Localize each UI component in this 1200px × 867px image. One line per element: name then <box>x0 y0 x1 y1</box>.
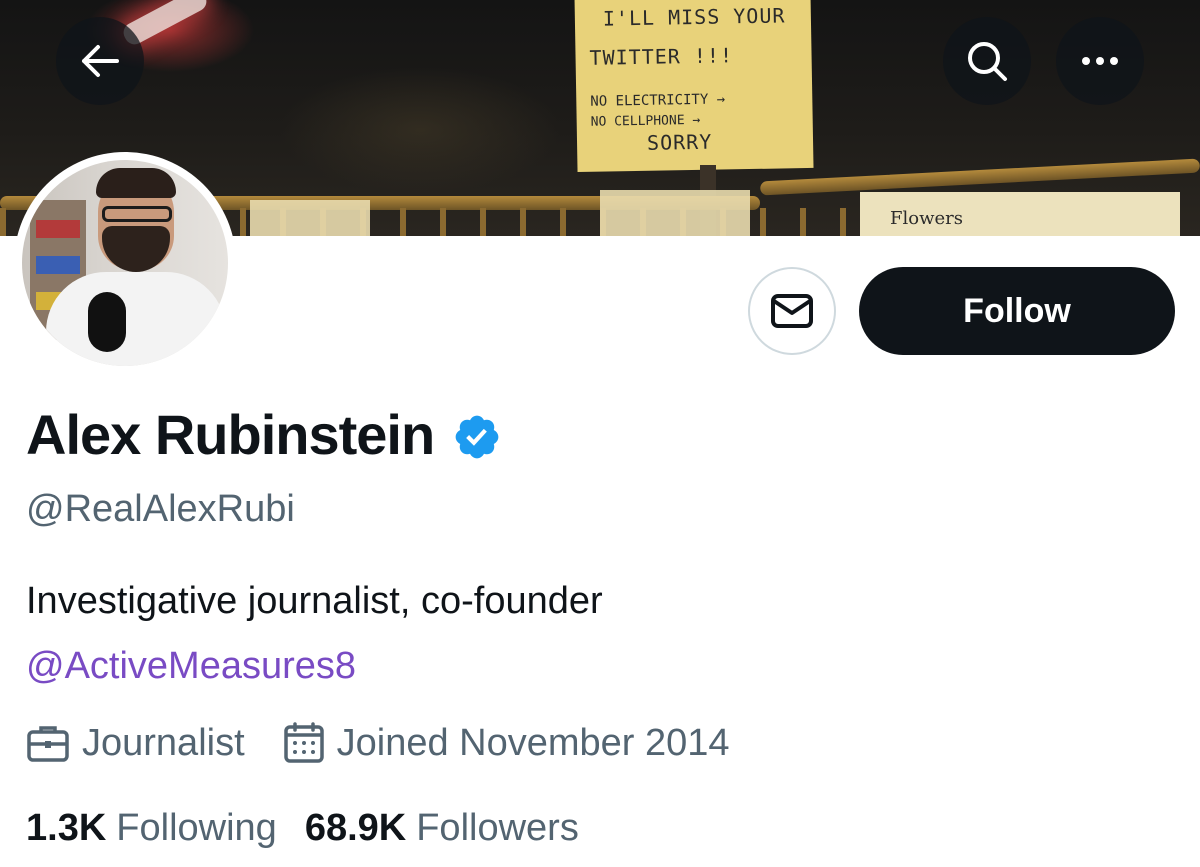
joined-item: Joined November 2014 <box>283 720 730 766</box>
user-handle: @RealAlexRubi <box>26 488 295 530</box>
follow-button[interactable]: Follow <box>859 267 1175 355</box>
message-button[interactable] <box>748 267 836 355</box>
following-link[interactable]: 1.3K Following <box>26 805 277 851</box>
bio-text: Investigative journalist, co-founder <box>26 580 603 622</box>
calendar-icon <box>283 722 324 763</box>
sign-line: I'LL MISS YOUR <box>602 3 786 31</box>
barricade <box>759 158 1200 196</box>
more-horizontal-icon <box>1082 57 1118 65</box>
banner-sign: I'LL MISS YOUR TWITTER !!! NO ELECTRICIT… <box>574 0 814 173</box>
following-label: Following <box>116 807 277 849</box>
flowers-sign: Flowers <box>860 192 1180 236</box>
sign-line: NO CELLPHONE → <box>590 112 701 130</box>
shirt <box>46 272 226 366</box>
flowers-text: Flowers <box>890 208 963 229</box>
profile-meta: Journalist Joined November 2014 <box>26 720 730 766</box>
beard <box>102 226 170 272</box>
profession-label: Journalist <box>82 722 245 764</box>
hair <box>96 168 176 198</box>
banner-paper <box>250 200 370 236</box>
sign-line: NO ELECTRICITY → <box>590 91 726 110</box>
profession-item: Journalist <box>26 720 245 766</box>
followers-label: Followers <box>416 807 579 849</box>
banner-paper <box>600 190 750 236</box>
microphone <box>88 292 126 352</box>
bio-mention-link[interactable]: @ActiveMeasures8 <box>26 643 356 689</box>
back-button[interactable] <box>56 17 144 105</box>
sign-line: SORRY <box>646 129 713 155</box>
joined-label: Joined November 2014 <box>336 722 730 764</box>
arrow-left-icon <box>82 45 119 77</box>
search-button[interactable] <box>943 17 1031 105</box>
briefcase-icon <box>27 726 69 762</box>
search-icon <box>968 42 1007 81</box>
name-row: Alex Rubinstein <box>26 402 502 468</box>
display-name: Alex Rubinstein <box>26 403 435 466</box>
sign-line: TWITTER !!! <box>589 43 734 70</box>
avatar-photo <box>22 160 228 366</box>
glasses <box>102 206 172 222</box>
followers-count: 68.9K <box>304 807 407 849</box>
follow-stats: 1.3K Following 68.9K Followers <box>26 805 579 851</box>
followers-link[interactable]: 68.9K Followers <box>305 805 579 851</box>
avatar[interactable] <box>14 152 236 374</box>
envelope-icon <box>771 294 813 328</box>
following-count: 1.3K <box>26 807 107 849</box>
verified-badge-icon[interactable] <box>452 412 502 462</box>
more-button[interactable] <box>1056 17 1144 105</box>
